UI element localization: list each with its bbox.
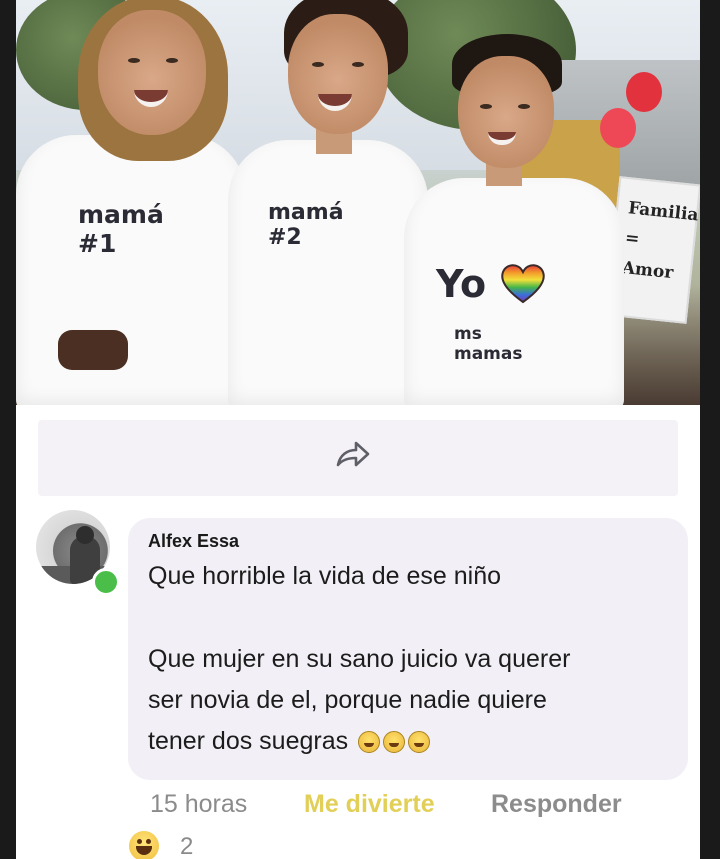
laughing-emoji-icon: [408, 731, 431, 754]
react-button[interactable]: Me divierte: [304, 790, 435, 819]
laughing-emoji-icon: [383, 731, 406, 754]
post-card: Familia = Amor mamá #1 mamá #2 Yo ms mam…: [16, 0, 700, 859]
comment-line-3: ser novia de el, porque nadie quiere: [148, 686, 547, 714]
comment-line-1: Que horrible la vida de ese niño: [148, 562, 502, 590]
shirt-text-middle: mamá #2: [268, 200, 344, 250]
reaction-count[interactable]: 2: [180, 833, 193, 859]
comment-line-2: Que mujer en su sano juicio va querer: [148, 645, 571, 673]
shirt-text-yo: Yo: [436, 262, 487, 306]
comment-line-4: tener dos suegras: [148, 727, 349, 755]
rainbow-heart-icon: [501, 264, 545, 304]
shirt-text-left: mamá #1: [78, 200, 164, 258]
screen-frame: Familia = Amor mamá #1 mamá #2 Yo ms mam…: [0, 0, 720, 859]
comment-timestamp: 15 horas: [150, 790, 248, 818]
share-arrow-icon[interactable]: [332, 435, 372, 475]
shirt-text-mamas: ms mamas: [454, 324, 523, 364]
reply-button[interactable]: Responder: [491, 790, 622, 819]
share-row: [16, 405, 700, 497]
comment-line-4-wrap: tener dos suegras: [148, 727, 431, 756]
post-photo[interactable]: Familia = Amor mamá #1 mamá #2 Yo ms mam…: [16, 0, 700, 405]
haha-reaction-icon[interactable]: [129, 831, 159, 859]
laughing-emoji-icon: [358, 731, 381, 754]
commenter-name[interactable]: Alfex Essa: [148, 531, 239, 552]
online-status-dot: [92, 568, 120, 596]
